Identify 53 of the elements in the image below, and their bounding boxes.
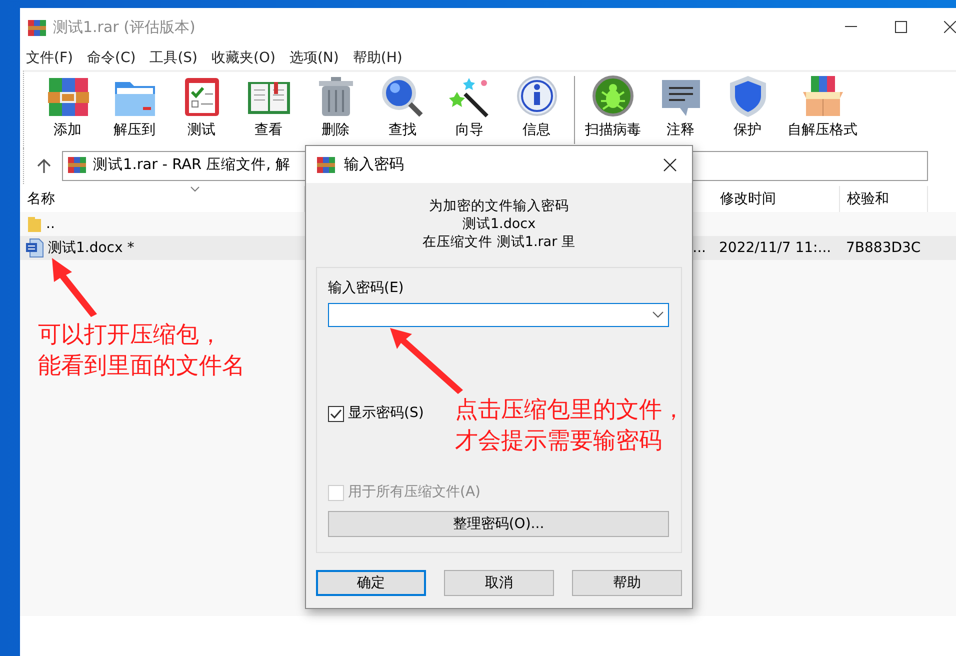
- search-icon: [380, 74, 426, 118]
- table-cell: ...: [692, 240, 706, 256]
- dialog-button[interactable]: 取消: [444, 570, 554, 596]
- field-label: 输入密码(E): [328, 279, 405, 298]
- bug-icon: [590, 74, 636, 118]
- message-text: 测试1.docx: [462, 216, 536, 232]
- toolbar-button[interactable]: 自解压格式: [781, 72, 864, 148]
- menu-item[interactable]: 帮助(H): [352, 46, 408, 70]
- toolbar-button[interactable]: 保护: [714, 72, 781, 148]
- minimize-icon: [845, 26, 857, 28]
- address-text: 测试1.rar - RAR 压缩文件, 解: [93, 156, 290, 176]
- password-field[interactable]: [328, 303, 669, 327]
- menu-item[interactable]: 选项(N): [289, 46, 345, 70]
- checkbox[interactable]: [328, 406, 344, 422]
- dialog-button[interactable]: 确定: [316, 570, 426, 596]
- archive-books-icon: [67, 156, 87, 174]
- message-text: 为加密的文件输入密码: [429, 198, 569, 214]
- annotation-text: 点击压缩包里的文件， 才会提示需要输密码: [455, 396, 685, 456]
- folder-icon: [26, 215, 42, 233]
- toolbar-button[interactable]: 注释: [647, 72, 714, 148]
- close-icon[interactable]: [663, 158, 677, 172]
- annotation-arrow: [52, 258, 97, 317]
- file-name[interactable]: ..: [46, 214, 55, 234]
- dialog-button[interactable]: 帮助: [572, 570, 682, 596]
- checkbox-label: 用于所有压缩文件(A): [348, 483, 481, 502]
- toolbar-button[interactable]: 向导: [436, 72, 503, 148]
- document-icon: [26, 238, 44, 258]
- menu-item[interactable]: 收藏夹(O): [212, 46, 282, 70]
- sort-caret-icon: [190, 186, 200, 192]
- archive-books-icon: [316, 156, 336, 174]
- close-icon: [944, 21, 956, 33]
- menu-item[interactable]: 命令(C): [86, 46, 142, 70]
- column-header[interactable]: 校验和: [840, 186, 928, 212]
- menu-item[interactable]: 文件(F): [26, 46, 79, 70]
- toolbar-button[interactable]: 解压到: [101, 72, 168, 148]
- window-title: 测试1.rar (评估版本): [53, 16, 196, 38]
- checkbox-label: 显示密码(S): [348, 404, 424, 423]
- organize-passwords-button[interactable]: 整理密码(O)...: [328, 511, 669, 537]
- dialog-title: 输入密码: [344, 154, 404, 176]
- toolbar-button[interactable]: 测试: [168, 72, 235, 148]
- dropdown-caret-icon[interactable]: [652, 311, 664, 319]
- maximize-icon: [895, 21, 907, 33]
- up-arrow-icon[interactable]: [36, 158, 52, 174]
- menu-item[interactable]: 工具(S): [150, 46, 204, 70]
- archive-books-icon: [27, 18, 47, 37]
- column-header[interactable]: 修改时间: [713, 186, 840, 212]
- table-cell: 2022/11/7 11:...: [719, 240, 832, 256]
- toolbar-button[interactable]: 查看: [235, 72, 302, 148]
- table-cell: 7B883D3C: [846, 240, 921, 256]
- message-text: 在压缩文件 测试1.rar 里: [422, 234, 576, 250]
- annotation-text: 可以打开压缩包， 能看到里面的文件名: [38, 321, 245, 381]
- toolbar-button[interactable]: 查找: [369, 72, 436, 148]
- toolbar-button[interactable]: 添加: [34, 72, 101, 148]
